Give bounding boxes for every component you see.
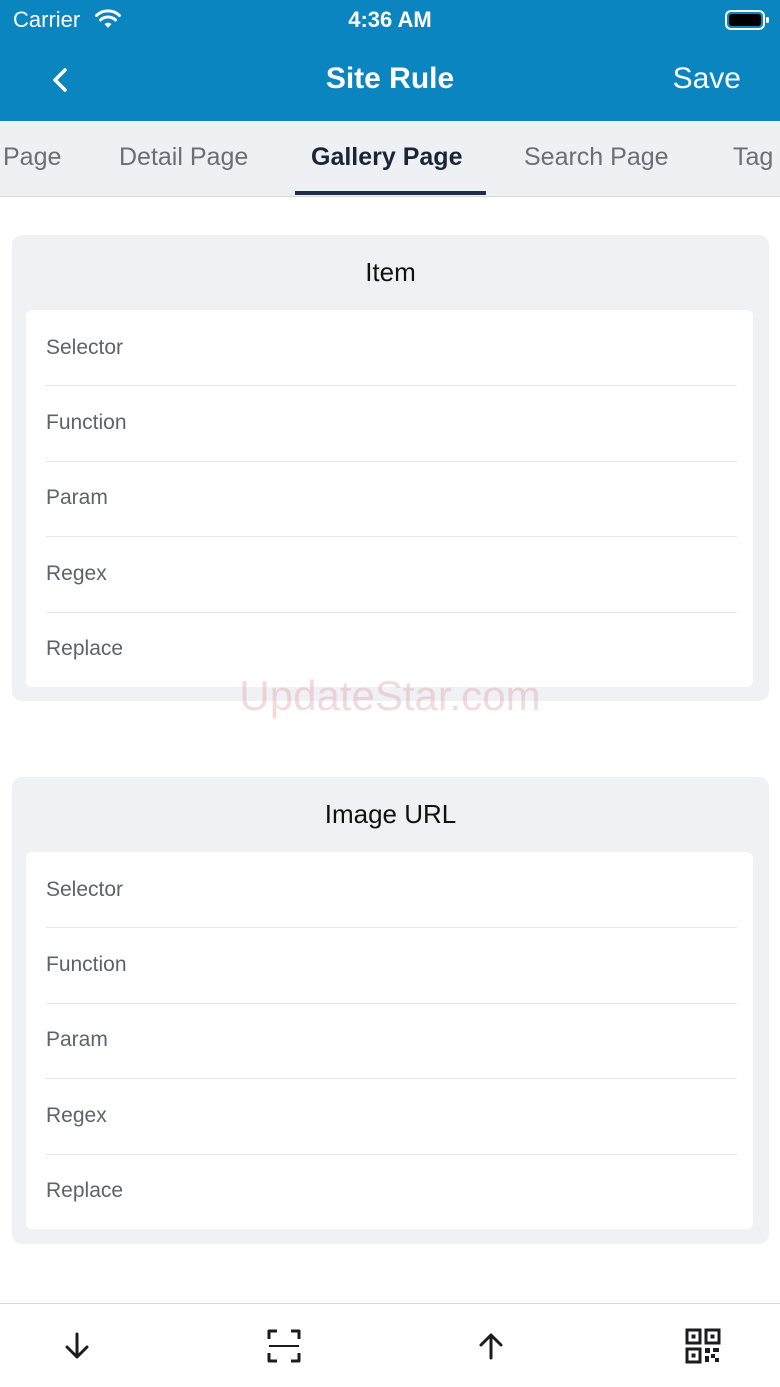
tab-page[interactable]: Page (3, 143, 61, 172)
tab-bar: Page Detail Page Gallery Page Search Pag… (0, 121, 780, 197)
selector-row[interactable] (26, 852, 753, 927)
selector-input[interactable] (46, 335, 726, 360)
bottom-toolbar (0, 1303, 780, 1387)
arrow-down-icon (65, 1332, 89, 1359)
param-row[interactable] (26, 1002, 753, 1078)
move-down-button[interactable] (55, 1324, 99, 1368)
param-input[interactable] (46, 1028, 726, 1053)
selector-row[interactable] (26, 310, 753, 385)
param-input[interactable] (46, 486, 726, 511)
qr-code-icon (685, 1328, 721, 1364)
clock: 4:36 AM (348, 7, 432, 32)
function-row[interactable] (26, 385, 753, 460)
function-row[interactable] (26, 927, 753, 1002)
replace-input[interactable] (46, 637, 726, 662)
regex-input[interactable] (46, 561, 726, 586)
tab-search-page[interactable]: Search Page (524, 143, 669, 172)
replace-row[interactable] (26, 1153, 753, 1229)
tab-detail-page[interactable]: Detail Page (119, 143, 248, 172)
tab-gallery-page[interactable]: Gallery Page (311, 143, 462, 172)
regex-row[interactable] (26, 536, 753, 611)
section-title: Item (365, 257, 416, 287)
app-header: Carrier 4:36 AM Site Rule Save (0, 0, 780, 121)
function-input[interactable] (46, 411, 726, 436)
replace-row[interactable] (26, 611, 753, 687)
move-up-button[interactable] (469, 1324, 513, 1368)
replace-input[interactable] (46, 1179, 726, 1204)
navigation-bar: Site Rule Save (0, 40, 780, 121)
qr-code-button[interactable] (681, 1324, 725, 1368)
battery-icon (725, 10, 769, 30)
field-list (26, 852, 753, 1229)
scan-frame-icon (267, 1329, 301, 1363)
param-row[interactable] (26, 460, 753, 536)
active-tab-indicator (295, 191, 486, 195)
tab-tag[interactable]: Tag (733, 143, 773, 172)
regex-input[interactable] (46, 1103, 726, 1128)
image-url-section: Image URL (12, 777, 769, 1244)
field-list (26, 310, 753, 687)
arrow-up-icon (479, 1333, 503, 1360)
selector-input[interactable] (46, 877, 726, 902)
page-title: Site Rule (325, 62, 455, 95)
scan-button[interactable] (262, 1324, 306, 1368)
function-input[interactable] (46, 953, 726, 978)
save-button[interactable]: Save (673, 62, 741, 96)
item-section: Item (12, 235, 769, 701)
section-title: Image URL (324, 799, 457, 829)
regex-row[interactable] (26, 1078, 753, 1153)
status-bar: Carrier 4:36 AM (0, 0, 780, 40)
